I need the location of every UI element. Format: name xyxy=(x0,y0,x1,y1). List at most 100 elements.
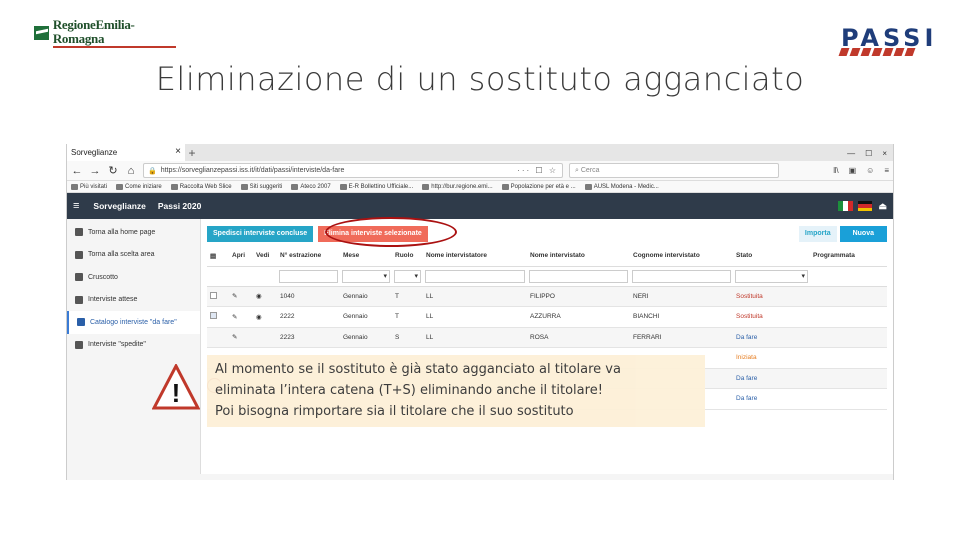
sidebar-item-cruscotto[interactable]: Cruscotto xyxy=(67,266,200,289)
close-window-icon[interactable]: × xyxy=(882,149,887,158)
status-label: Sostituita xyxy=(733,306,810,328)
slide-title: Eliminazione di un sostituto agganciato xyxy=(155,60,805,98)
check-icon xyxy=(75,340,83,349)
table-row[interactable]: ✎ ◉ 1040 Gennaio T LL FILIPPO NERI Sostituit… xyxy=(207,286,887,307)
account-icon[interactable]: ☺ xyxy=(866,166,874,175)
bookmark-icon xyxy=(584,183,592,190)
table-header-row: ▤ Apri Vedi N° estrazione Mese Ruolo Nom… xyxy=(207,246,887,267)
status-label: Da fare xyxy=(733,327,810,348)
menu-icon[interactable]: ≡ xyxy=(884,166,889,175)
view-icon[interactable]: ◉ xyxy=(253,306,277,328)
tab-bar: Sorveglianze × + — ☐ × xyxy=(67,144,893,161)
bookmark-item[interactable]: AUSL Modena - Medic... xyxy=(584,183,659,190)
note-line: Al momento se il sostituto è già stato a… xyxy=(215,362,621,377)
minimize-icon[interactable]: — xyxy=(847,149,855,158)
column-header: Nome intervistato xyxy=(527,246,630,267)
bookmark-item[interactable]: Siti suggeriti xyxy=(240,183,282,190)
search-placeholder: Cerca xyxy=(580,167,600,174)
bookmark-icon xyxy=(240,183,248,190)
app-header: ≡ Sorveglianze Passi 2020 ⏏ xyxy=(67,193,893,219)
filter-stato-select[interactable] xyxy=(735,269,808,283)
italian-flag-icon[interactable] xyxy=(838,201,853,211)
sidebar-item-area[interactable]: Torna alla scelta area xyxy=(67,244,200,267)
column-header: Nome intervistatore xyxy=(423,246,527,267)
clipboard-icon xyxy=(77,318,85,327)
table-row[interactable]: ✎ 2223 Gennaio S LL ROSA FERRARI Da fare xyxy=(207,327,887,348)
window-controls: — ☐ × xyxy=(847,149,893,161)
reload-icon[interactable]: ↻ xyxy=(107,164,119,177)
bookmark-item[interactable]: http://bur.regione.emi... xyxy=(422,183,493,190)
german-flag-icon[interactable] xyxy=(858,201,873,211)
import-button[interactable]: Importa xyxy=(798,225,837,242)
hamburger-menu-icon[interactable]: ≡ xyxy=(73,200,79,212)
filter-intervistatore-input[interactable] xyxy=(425,269,525,283)
library-icon[interactable]: ‖\ xyxy=(833,166,839,175)
table-row[interactable]: ✎ ◉ 2222 Gennaio T LL AZZURRA BIANCHI Sostit… xyxy=(207,306,887,328)
status-label: Da fare xyxy=(733,368,810,389)
bookmark-item[interactable]: Raccolta Web Slice xyxy=(170,183,232,190)
forward-icon[interactable]: → xyxy=(89,165,101,177)
note-line: eliminata l’intera catena (T+S) eliminan… xyxy=(215,383,603,398)
browser-tab[interactable]: Sorveglianze × xyxy=(67,144,185,161)
toolbar: Spedisci interviste concluse Elimina int… xyxy=(207,225,887,242)
home-icon[interactable]: ⌂ xyxy=(125,165,137,177)
bookmark-item[interactable]: Più visitati xyxy=(71,183,107,190)
passi-logo-bars xyxy=(838,48,916,56)
toolbar-icons: ‖\ ▣ ☺ ≡ xyxy=(833,166,889,175)
url-text: https://sorveglianzepassi.iss.it/it/dati… xyxy=(160,167,345,174)
view-icon[interactable]: ◉ xyxy=(253,286,277,307)
bookmark-icon xyxy=(116,183,124,190)
region-emblem-icon xyxy=(34,26,49,40)
filter-nome-input[interactable] xyxy=(529,269,628,283)
filter-cognome-input[interactable] xyxy=(632,269,731,283)
bookmark-icon xyxy=(170,183,178,190)
url-bar[interactable]: 🔒 https://sorveglianzepassi.iss.it/it/da… xyxy=(143,163,563,178)
filter-ruolo-select[interactable] xyxy=(394,269,421,283)
bookmark-item[interactable]: Popolazione per età e ... xyxy=(501,183,576,190)
sidebar-item-attese[interactable]: Interviste attese xyxy=(67,289,200,312)
url-actions[interactable]: ··· ☐ ☆ xyxy=(517,166,558,175)
app-header-right: ⏏ xyxy=(838,201,887,212)
highlight-ellipse xyxy=(325,217,457,247)
filter-mese-select[interactable] xyxy=(342,269,390,283)
maximize-icon[interactable]: ☐ xyxy=(865,149,872,158)
column-header: Vedi xyxy=(253,246,277,267)
bookmark-item[interactable]: E-R Bollettino Ufficiale... xyxy=(339,183,413,190)
logout-icon[interactable]: ⏏ xyxy=(878,201,887,212)
edit-icon[interactable]: ✎ xyxy=(229,306,253,328)
status-label: Da fare xyxy=(733,388,810,410)
lock-icon: 🔒 xyxy=(148,167,157,175)
back-icon[interactable]: ← xyxy=(71,165,83,177)
new-interview-button[interactable]: Nuova xyxy=(839,225,887,242)
bookmark-icon xyxy=(422,183,430,190)
send-interviews-button[interactable]: Spedisci interviste concluse xyxy=(207,225,314,242)
sidebar-item-da-fare[interactable]: Catalogo interviste "da fare" xyxy=(67,311,200,334)
filter-estrazione-input[interactable] xyxy=(279,269,338,283)
column-header: Ruolo xyxy=(392,246,423,267)
regione-emilia-romagna-logo: RegioneEmilia-Romagna xyxy=(34,18,176,48)
column-header: Mese xyxy=(340,246,392,267)
tab-close-icon[interactable]: × xyxy=(175,147,181,161)
app-section: Passi 2020 xyxy=(157,201,202,211)
tab-title: Sorveglianze xyxy=(71,148,118,157)
select-all-icon[interactable]: ▤ xyxy=(207,246,229,267)
bookmark-item[interactable]: Ateco 2007 xyxy=(291,183,331,190)
warning-icon: ! xyxy=(152,364,200,410)
status-label: Iniziata xyxy=(733,347,810,369)
row-checkbox[interactable] xyxy=(210,291,217,299)
play-icon xyxy=(75,250,83,259)
new-tab-button[interactable]: + xyxy=(185,147,199,161)
app-name: Sorveglianze xyxy=(93,201,146,211)
sidebar-item-home[interactable]: Torna alla home page xyxy=(67,221,200,244)
bookmark-item[interactable]: Come iniziare xyxy=(116,183,162,190)
sidebar-item-spedite[interactable]: Interviste "spedite" xyxy=(67,334,200,357)
home-icon xyxy=(75,228,83,237)
edit-icon[interactable]: ✎ xyxy=(229,286,253,307)
column-header: Cognome intervistato xyxy=(630,246,733,267)
edit-icon[interactable]: ✎ xyxy=(229,327,253,348)
search-input[interactable]: ⌕ Cerca xyxy=(569,163,779,178)
row-checkbox-checked[interactable] xyxy=(210,312,217,320)
sidebar-toggle-icon[interactable]: ▣ xyxy=(849,166,857,175)
browser-window: Sorveglianze × + — ☐ × ← → ↻ ⌂ 🔒 https:/… xyxy=(66,144,894,480)
bookmarks-bar: Più visitati Come iniziare Raccolta Web … xyxy=(67,181,893,193)
